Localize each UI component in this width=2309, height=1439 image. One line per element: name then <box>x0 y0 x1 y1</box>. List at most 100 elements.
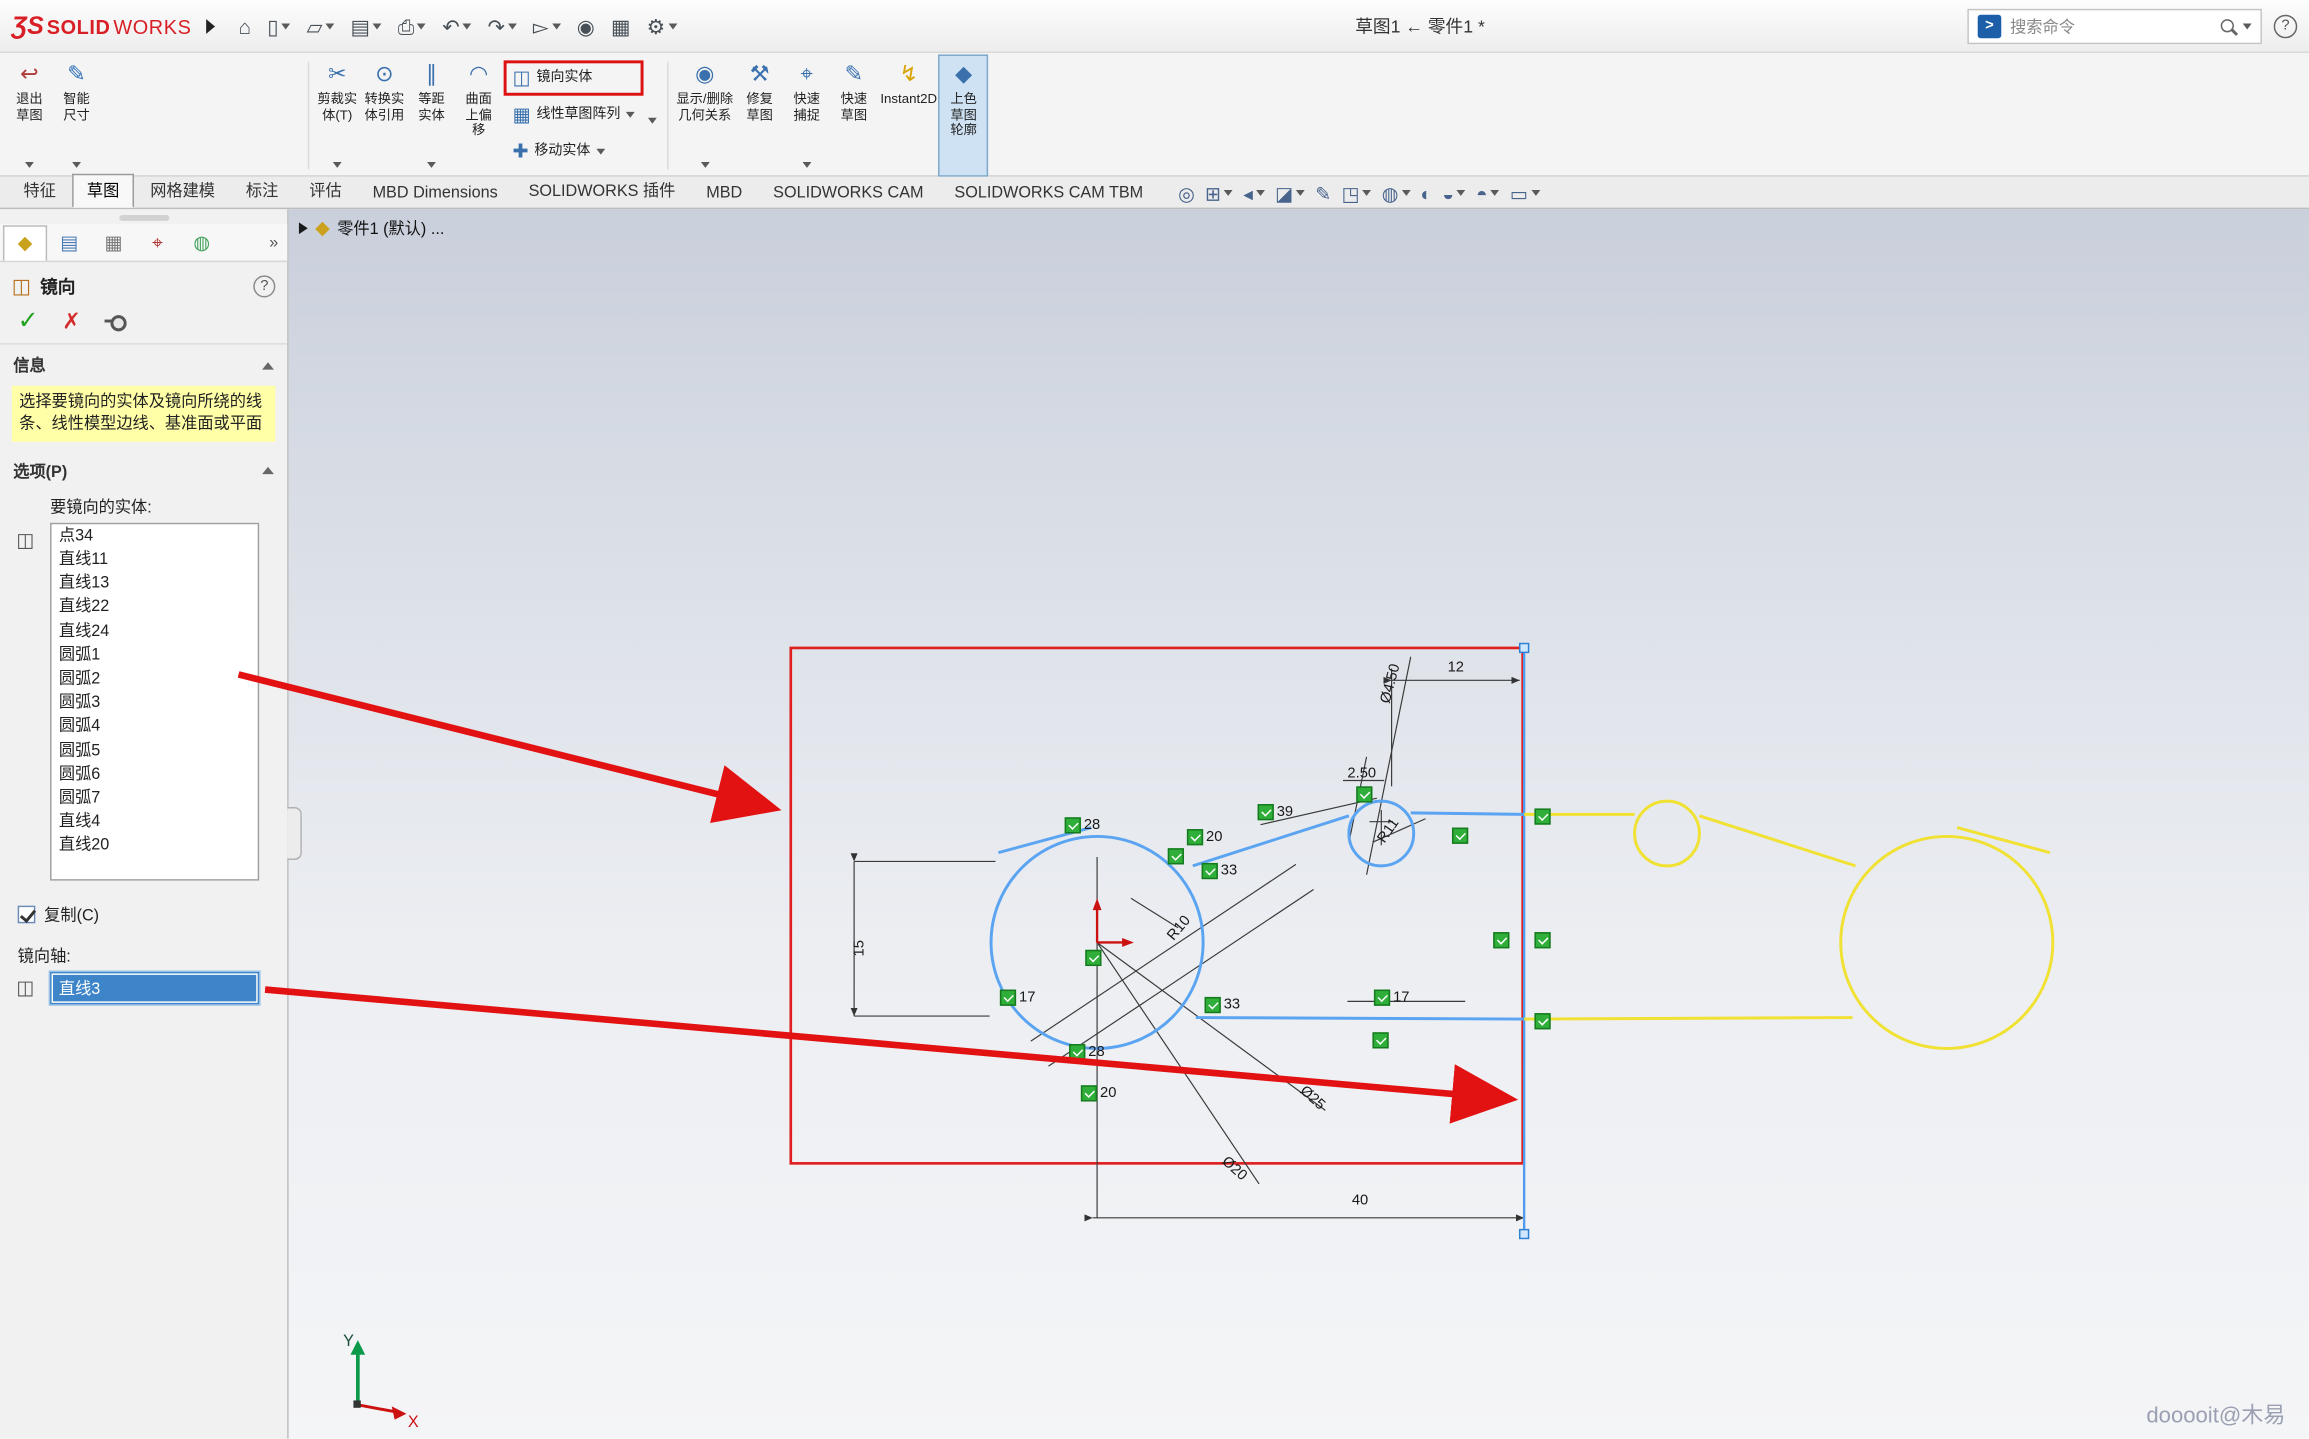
dimension-label[interactable]: 20 <box>1187 829 1223 845</box>
entity-list-item[interactable]: 圆弧5 <box>52 739 258 763</box>
entity-list-item[interactable]: 直线24 <box>52 619 258 643</box>
help-icon[interactable]: ? <box>2274 14 2298 38</box>
entity-list-item[interactable]: 圆弧3 <box>52 691 258 715</box>
constraint-badge[interactable] <box>1065 817 1081 833</box>
search-input[interactable]: 搜索命令 <box>2010 14 2212 38</box>
search-magnifier-icon[interactable] <box>2221 19 2234 32</box>
tab-mesh-modeling[interactable]: 网格建模 <box>135 174 229 208</box>
entity-list-item[interactable]: 直线13 <box>52 572 258 596</box>
shaded-sketch-contours-button[interactable]: ◆ 上色 草图 轮廓 <box>940 56 987 175</box>
linear-sketch-pattern-button[interactable]: ▦ 线性草图阵列 <box>505 99 642 131</box>
dropdown-caret-icon[interactable] <box>1531 190 1540 196</box>
previous-view-icon[interactable]: ◂ <box>1243 183 1264 202</box>
entity-list-item[interactable]: 圆弧6 <box>52 762 258 786</box>
dropdown-caret-icon[interactable] <box>1401 190 1410 196</box>
dropdown-caret-icon[interactable] <box>1491 190 1500 196</box>
copy-checkbox[interactable] <box>18 905 36 923</box>
dimension-label[interactable]: 20 <box>1081 1085 1117 1101</box>
tab-sketch[interactable]: 草图 <box>72 174 134 208</box>
new-document-icon[interactable]: ▯ <box>261 11 296 40</box>
zoom-area-icon[interactable]: ⊞ <box>1205 183 1233 202</box>
dropdown-caret-icon[interactable] <box>282 23 291 29</box>
search-caret-icon[interactable] <box>2243 23 2252 29</box>
mirror-entities-button[interactable]: ◫ 镜向实体 <box>505 62 642 94</box>
dimension-label[interactable]: 12 <box>1448 660 1464 676</box>
dimension-label[interactable]: 15 <box>852 940 868 956</box>
collapse-chevron-icon[interactable] <box>262 467 274 474</box>
sketch-annotation-icon[interactable]: ✎ <box>1315 183 1331 202</box>
tab-strip-overflow-icon[interactable]: » <box>269 233 284 251</box>
entities-to-mirror-list[interactable]: 点34直线11直线13直线22直线24圆弧1圆弧2圆弧3圆弧4圆弧5圆弧6圆弧7… <box>50 522 259 880</box>
dropdown-caret-icon[interactable] <box>1296 190 1305 196</box>
constraint-badge[interactable] <box>1202 863 1218 879</box>
select-icon[interactable]: ▻ <box>527 11 566 40</box>
dimension-label[interactable]: 33 <box>1202 863 1238 879</box>
dropdown-caret-icon[interactable] <box>427 162 436 168</box>
entity-list-item[interactable]: 直线20 <box>52 834 258 858</box>
mirror-axis-field[interactable]: 直线3 <box>50 971 259 1003</box>
pin-button[interactable] <box>104 311 128 332</box>
monitor-icon[interactable]: ▭ <box>1510 183 1540 202</box>
open-icon[interactable]: ▱ <box>301 11 340 40</box>
dimension-label[interactable]: 2.50 <box>1347 766 1376 782</box>
collapse-chevron-icon[interactable] <box>262 362 274 369</box>
tab-markup[interactable]: 标注 <box>231 174 293 208</box>
apply-scene-icon[interactable]: ◒ <box>1442 183 1465 202</box>
dropdown-caret-icon[interactable] <box>596 149 605 155</box>
pm-help-icon[interactable]: ? <box>253 275 275 297</box>
dropdown-caret-icon[interactable] <box>1224 190 1233 196</box>
panel-collapse-handle[interactable] <box>119 215 169 221</box>
constraint-badge[interactable] <box>1187 829 1203 845</box>
redo-icon[interactable]: ↷ <box>482 11 523 40</box>
dropdown-caret-icon[interactable] <box>552 23 561 29</box>
feature-tree-flyout[interactable]: ◆ 零件1 (默认) ... <box>299 216 444 240</box>
quick-snaps-button[interactable]: ⌖ 快速 捕捉 <box>783 56 830 175</box>
configuration-manager-tab[interactable]: ▦ <box>91 225 135 260</box>
save-icon[interactable]: ▤ <box>345 11 388 40</box>
sketch-entities-blue[interactable] <box>991 801 1524 1048</box>
mirror-axis-value[interactable]: 直线3 <box>53 974 256 1001</box>
entity-list-item[interactable]: 圆弧2 <box>52 667 258 691</box>
trim-entities-button[interactable]: ✂ 剪裁实 体(T) <box>314 56 361 175</box>
constraint-badge[interactable] <box>1258 804 1274 820</box>
tab-solidworks-cam-tbm[interactable]: SOLIDWORKS CAM TBM <box>940 180 1158 208</box>
mirror-axis-line[interactable] <box>1520 644 1529 1239</box>
property-manager-tab[interactable]: ▤ <box>47 225 91 260</box>
panel-splitter-handle[interactable] <box>287 807 302 860</box>
touch-icon[interactable]: ◉ <box>571 11 601 40</box>
convert-entities-button[interactable]: ⊙ 转换实 体引用 <box>361 56 408 175</box>
command-search-box[interactable]: > 搜索命令 <box>1967 8 2262 43</box>
entity-list-item[interactable]: 点34 <box>52 524 258 548</box>
undo-icon[interactable]: ↶ <box>437 11 478 40</box>
sheet-icon[interactable]: ▦ <box>605 11 636 40</box>
dimension-label[interactable]: 33 <box>1205 997 1241 1013</box>
tab-evaluate[interactable]: 评估 <box>295 174 357 208</box>
smart-dimension-button[interactable]: ✎ 智能 尺寸 <box>53 56 100 175</box>
move-entities-button[interactable]: ✚ 移动实体 <box>505 135 642 167</box>
dropdown-caret-icon[interactable] <box>1363 190 1372 196</box>
dimension-label[interactable]: 28 <box>1065 817 1101 833</box>
feature-tree-tab[interactable]: ◆ <box>3 225 47 260</box>
entity-list-item[interactable]: 圆弧4 <box>52 715 258 739</box>
display-manager-tab[interactable]: ◍ <box>180 225 224 260</box>
zoom-fit-icon[interactable]: ◎ <box>1178 183 1195 202</box>
dimension-label[interactable]: 28 <box>1069 1044 1105 1060</box>
home-icon[interactable]: ⌂ <box>233 11 257 40</box>
dropdown-caret-icon[interactable] <box>626 112 635 118</box>
constraint-badge[interactable] <box>1081 1085 1097 1101</box>
dropdown-caret-icon[interactable] <box>802 162 811 168</box>
constraint-badge[interactable] <box>1374 990 1390 1006</box>
constraint-badge[interactable] <box>1000 990 1016 1006</box>
ok-button[interactable]: ✓ <box>18 309 39 333</box>
dimension-label[interactable]: 39 <box>1258 804 1294 820</box>
entity-list-item[interactable]: 直线11 <box>52 548 258 572</box>
rapid-sketch-button[interactable]: ✎ 快速 草图 <box>830 56 877 175</box>
dropdown-caret-icon[interactable] <box>700 162 709 168</box>
edit-appearance-icon[interactable]: ◐ <box>1421 183 1433 202</box>
menu-expand-icon[interactable] <box>206 18 215 33</box>
display-style-icon[interactable]: ◳ <box>1342 183 1372 202</box>
offset-entities-button[interactable]: ∥ 等距 实体 <box>408 56 455 175</box>
copy-checkbox-row[interactable]: 复制(C) <box>18 902 287 926</box>
hide-show-items-icon[interactable]: ◍ <box>1382 183 1410 202</box>
entity-list-item[interactable]: 圆弧1 <box>52 643 258 667</box>
